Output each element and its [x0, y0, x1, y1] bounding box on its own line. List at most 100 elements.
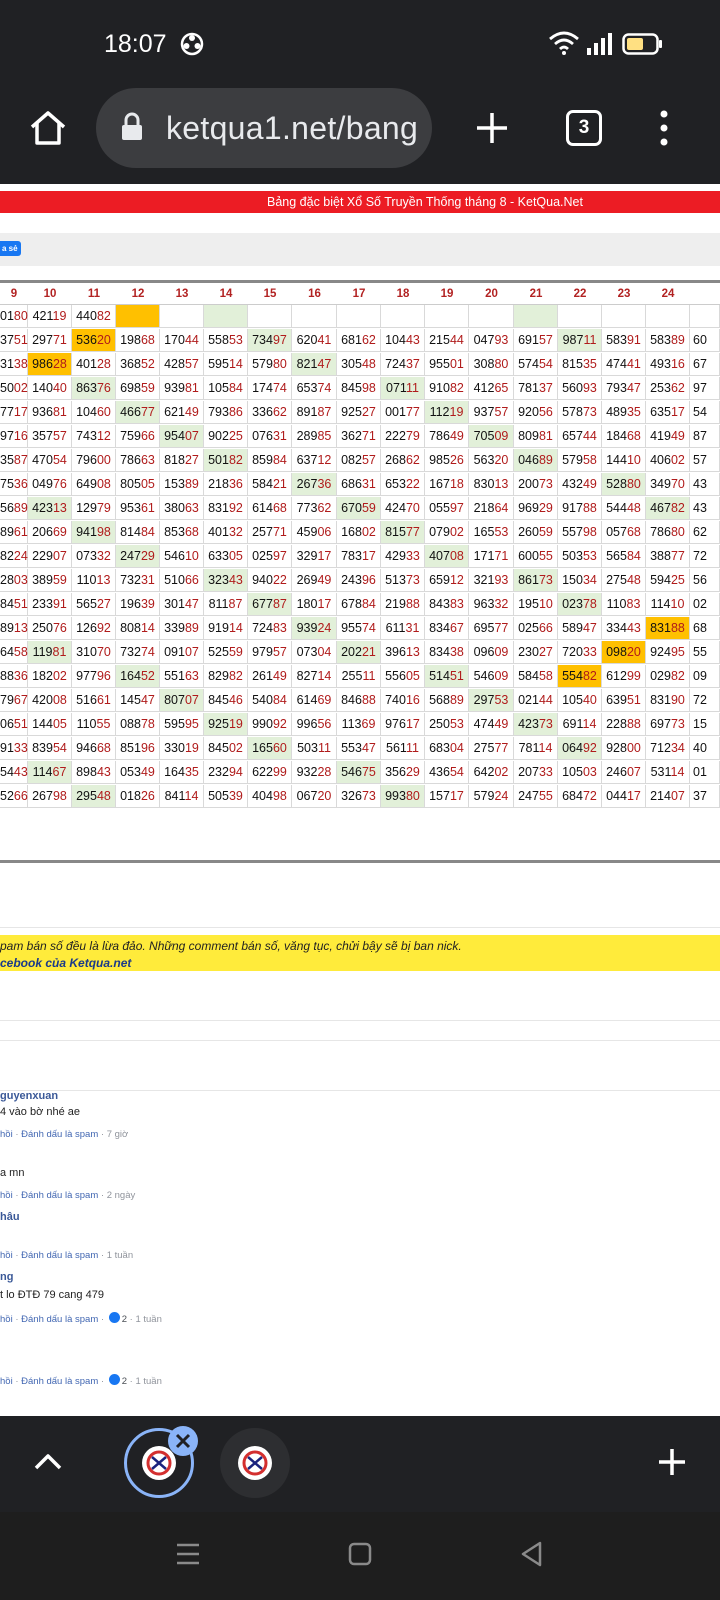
table-cell: 24755 [514, 785, 558, 808]
table-cell: 08878 [116, 713, 160, 736]
table-cell: 55798 [558, 521, 602, 544]
mark-spam-link[interactable]: Đánh dấu là spam [21, 1129, 98, 1140]
table-cell [514, 305, 558, 328]
table-cell: 5689 [0, 497, 28, 520]
table-cell: 91914 [204, 617, 248, 640]
table-cell: 95407 [160, 425, 204, 448]
table-cell: 32917 [292, 545, 337, 568]
table-cell: 32193 [469, 569, 514, 592]
table-cell: 19510 [514, 593, 558, 616]
mark-spam-link[interactable]: Đánh dấu là spam [21, 1376, 98, 1387]
table-cell: 61299 [602, 665, 646, 688]
reply-link[interactable]: hồi [0, 1250, 13, 1261]
table-cell: 57873 [558, 401, 602, 424]
signal-icon [587, 33, 612, 55]
table-cell: 98526 [425, 449, 469, 472]
divider [0, 1040, 720, 1041]
share-button[interactable]: a sẻ [0, 241, 21, 256]
table-cell: 06492 [558, 737, 602, 760]
table-cell: 54448 [602, 497, 646, 520]
square-icon[interactable] [346, 1540, 374, 1568]
comment-author[interactable]: hâu [0, 1211, 20, 1223]
reply-link[interactable]: hồi [0, 1376, 13, 1387]
table-cell: 24396 [337, 569, 381, 592]
table-cell: 26059 [514, 521, 558, 544]
table-cell: 83013 [469, 473, 514, 496]
close-tab-button[interactable] [168, 1426, 198, 1456]
table-cell: 56320 [469, 449, 514, 472]
like-icon [108, 1312, 120, 1323]
table-cell: 63517 [646, 401, 690, 424]
table-cell: 29548 [72, 785, 116, 808]
table-cell: 37 [690, 785, 720, 808]
mark-spam-link[interactable]: Đánh dấu là spam [21, 1190, 98, 1201]
facebook-link[interactable]: cebook của Ketqua.net [0, 955, 720, 971]
mark-spam-link[interactable]: Đánh dấu là spam [21, 1314, 98, 1325]
table-cell: 15 [690, 713, 720, 736]
table-cell: 83438 [425, 641, 469, 664]
table-cell: 61468 [248, 497, 292, 520]
table-cell: 68 [690, 617, 720, 640]
reply-link[interactable]: hồi [0, 1190, 13, 1201]
mark-spam-link[interactable]: Đánh dấu là spam [21, 1250, 98, 1261]
reply-link[interactable]: hồi [0, 1129, 13, 1140]
table-cell: 99380 [381, 785, 425, 808]
table-cell: 07304 [292, 641, 337, 664]
comment-author[interactable]: guyenxuan [0, 1090, 58, 1102]
home-icon[interactable] [28, 108, 68, 148]
table-cell: 58391 [602, 329, 646, 352]
table-cell: 21864 [469, 497, 514, 520]
table-cell: 93228 [292, 761, 337, 784]
new-tab-plus-icon[interactable] [656, 1446, 688, 1478]
table-cell: 10584 [204, 377, 248, 400]
table-cell: 82982 [204, 665, 248, 688]
table-cell: 70509 [469, 425, 514, 448]
table-cell: 41265 [469, 377, 514, 400]
table-cell: 16560 [248, 737, 292, 760]
table-cell: 68162 [337, 329, 381, 352]
table-cell: 79347 [602, 377, 646, 400]
table-cell: 55 [690, 641, 720, 664]
table-cell: 85368 [160, 521, 204, 544]
table-cell: 31070 [72, 641, 116, 664]
table-cell: 16802 [337, 521, 381, 544]
chevron-up-icon[interactable] [32, 1450, 64, 1472]
tab-switcher-icon[interactable]: 3 [566, 110, 602, 146]
table-cell: 97 [690, 377, 720, 400]
table-cell: 16435 [160, 761, 204, 784]
table-cell: 42373 [514, 713, 558, 736]
address-bar[interactable]: ketqua1.net/bang [96, 88, 432, 168]
table-cell: 21988 [381, 593, 425, 616]
table-cell: 89187 [292, 401, 337, 424]
back-icon[interactable] [518, 1540, 546, 1568]
comment-author[interactable]: ng [0, 1271, 13, 1283]
table-cell [558, 305, 602, 328]
table-cell: 59595 [160, 713, 204, 736]
table-cell: 14040 [28, 377, 72, 400]
table-cell: 40602 [646, 449, 690, 472]
reply-link[interactable]: hồi [0, 1314, 13, 1325]
table-cell: 15034 [558, 569, 602, 592]
table-cell: 46677 [116, 401, 160, 424]
table-cell: 27577 [469, 737, 514, 760]
table-cell: 54610 [160, 545, 204, 568]
table-cell: 33989 [160, 617, 204, 640]
table-cell: 45906 [292, 521, 337, 544]
table-cell: 49316 [646, 353, 690, 376]
battery-icon [622, 33, 662, 55]
table-cell: 15389 [160, 473, 204, 496]
table-cell: 35629 [381, 761, 425, 784]
menu-icon[interactable] [174, 1540, 202, 1568]
table-cell: 58947 [558, 617, 602, 640]
comment-text: t lo ĐTĐ 79 cang 479 [0, 1289, 104, 1301]
table-cell: 93981 [160, 377, 204, 400]
divider [0, 1090, 720, 1091]
table-cell: 98711 [558, 329, 602, 352]
more-vert-icon[interactable] [650, 108, 678, 148]
comment-meta: hồi · Đánh dấu là spam · 7 giờ [0, 1129, 129, 1140]
tab-thumbnail[interactable] [220, 1428, 290, 1498]
plus-icon[interactable] [472, 108, 512, 148]
notice-banner: pam bán số đều là lừa đảo. Những comment… [0, 935, 720, 971]
table-cell: 84546 [204, 689, 248, 712]
table-cell: 46782 [646, 497, 690, 520]
